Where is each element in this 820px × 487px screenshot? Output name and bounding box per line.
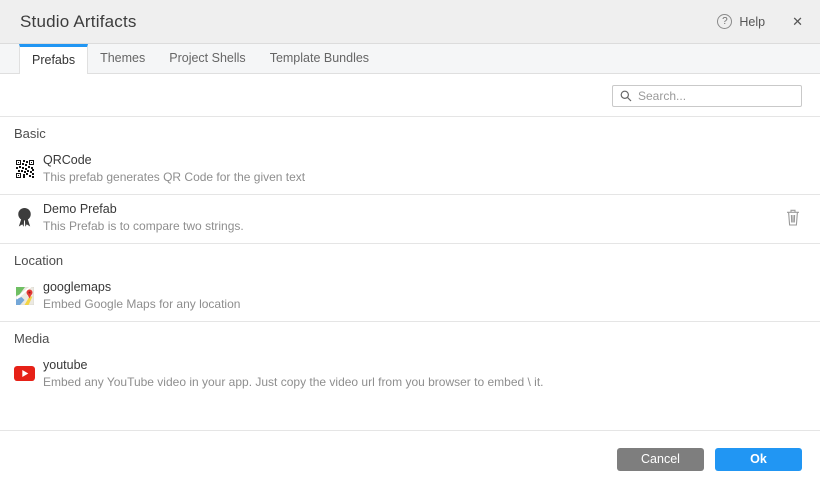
item-title: googlemaps — [43, 280, 112, 294]
dialog-header: Studio Artifacts ? Help ✕ — [0, 0, 820, 44]
tab-bar: Prefabs Themes Project Shells Template B… — [0, 44, 820, 74]
tab-project-shells[interactable]: Project Shells — [157, 44, 257, 73]
list-item-demo-prefab[interactable]: Demo Prefab This Prefab is to compare tw… — [0, 195, 820, 243]
dialog-footer: Cancel Ok — [0, 430, 820, 487]
item-text: youtube Embed any YouTube video in your … — [43, 358, 544, 389]
item-description: Embed Google Maps for any location — [43, 297, 241, 311]
search-box — [612, 85, 802, 107]
list-item-qrcode[interactable]: QRCode This prefab generates QR Code for… — [0, 146, 820, 194]
studio-artifacts-dialog: Studio Artifacts ? Help ✕ Prefabs Themes… — [0, 0, 820, 487]
section-title-media: Media — [14, 331, 50, 346]
ribbon-badge-icon — [14, 207, 35, 228]
help-label: Help — [739, 14, 766, 29]
tab-template-bundles[interactable]: Template Bundles — [258, 44, 381, 73]
item-description: Embed any YouTube video in your app. Jus… — [43, 375, 544, 389]
youtube-icon — [14, 366, 35, 381]
item-description: This Prefab is to compare two strings. — [43, 219, 244, 233]
tab-themes[interactable]: Themes — [88, 44, 157, 73]
item-description: This prefab generates QR Code for the gi… — [43, 170, 306, 184]
cancel-button[interactable]: Cancel — [617, 447, 704, 471]
tab-prefabs[interactable]: Prefabs — [19, 44, 89, 74]
header-actions: ? Help ✕ — [717, 14, 803, 30]
google-maps-icon — [14, 286, 35, 305]
item-text: googlemaps Embed Google Maps for any loc… — [43, 280, 240, 311]
item-text: Demo Prefab This Prefab is to compare tw… — [43, 202, 244, 233]
item-title: QRCode — [43, 153, 92, 167]
search-input[interactable] — [638, 89, 794, 103]
qrcode-icon — [14, 159, 35, 178]
help-button[interactable]: ? Help — [717, 14, 765, 29]
section-title-basic: Basic — [14, 126, 46, 141]
search-row — [0, 74, 820, 116]
item-title: Demo Prefab — [43, 202, 117, 216]
question-circle-icon: ? — [717, 14, 733, 29]
item-title: youtube — [43, 358, 88, 372]
close-icon[interactable]: ✕ — [792, 14, 803, 30]
list-item-youtube[interactable]: youtube Embed any YouTube video in your … — [0, 351, 820, 399]
ok-button[interactable]: Ok — [715, 447, 802, 471]
page-title: Studio Artifacts — [20, 11, 137, 31]
trash-icon — [787, 209, 799, 226]
list-item-googlemaps[interactable]: googlemaps Embed Google Maps for any loc… — [0, 273, 820, 321]
item-text: QRCode This prefab generates QR Code for… — [43, 153, 305, 184]
delete-button[interactable] — [784, 207, 802, 228]
section-title-location: Location — [14, 253, 64, 268]
search-icon — [620, 90, 632, 102]
